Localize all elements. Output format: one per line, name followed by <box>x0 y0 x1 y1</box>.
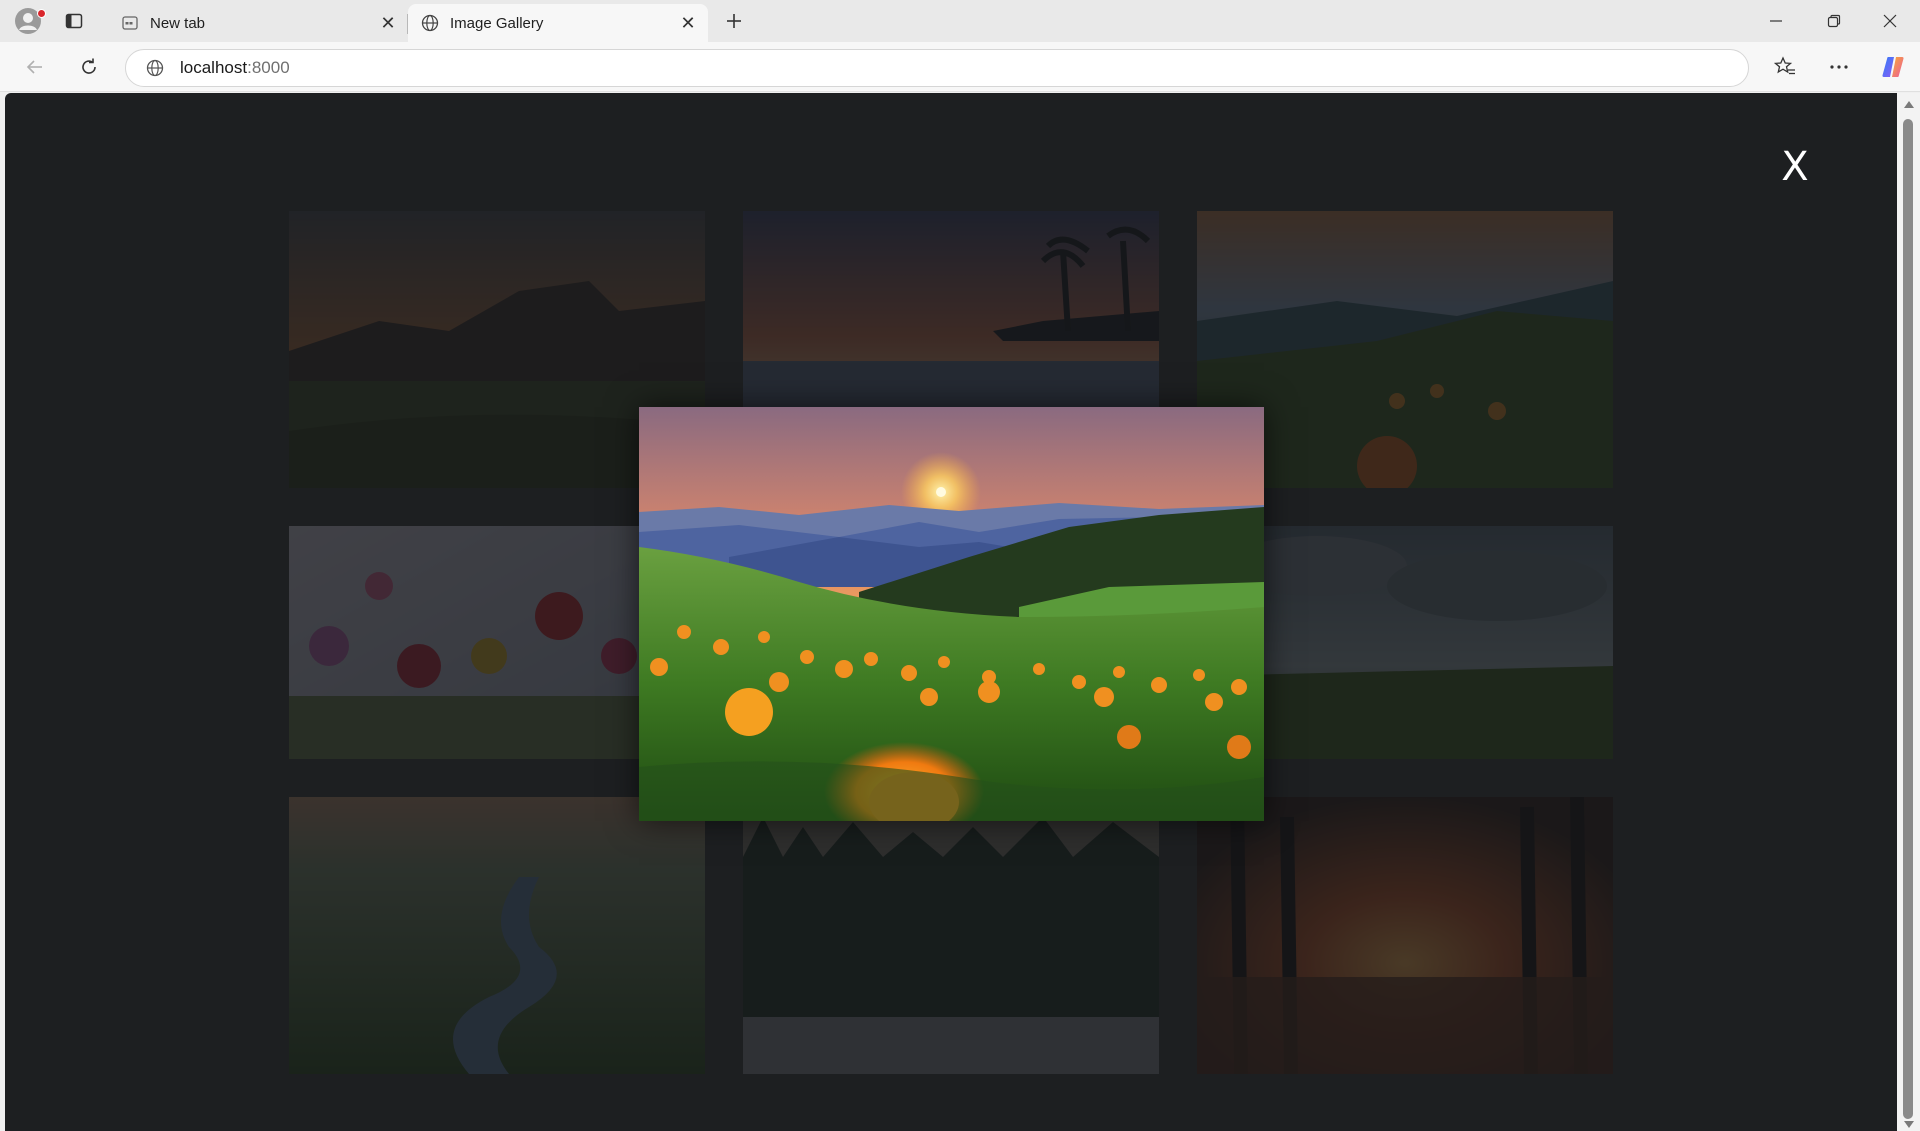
close-lightbox-button[interactable]: X <box>1765 137 1825 197</box>
restore-button[interactable] <box>1806 0 1862 42</box>
page-viewport: X <box>5 93 1897 1131</box>
more-dots-icon <box>1830 65 1848 69</box>
minimize-icon <box>1770 20 1782 22</box>
restore-icon <box>1827 14 1841 28</box>
refresh-icon <box>82 58 96 74</box>
close-tab-icon[interactable]: ✕ <box>674 9 702 37</box>
gallery-thumbnail-8[interactable] <box>1197 797 1613 1074</box>
url-text: localhost:8000 <box>180 58 290 78</box>
tab-new-tab[interactable]: New tab ✕ <box>108 4 408 42</box>
new-tab-button[interactable] <box>718 6 750 36</box>
gallery-thumbnail-6[interactable] <box>289 797 705 1074</box>
page-scrollbar[interactable] <box>1897 93 1920 1131</box>
thumbnail-overlay <box>743 797 1159 1074</box>
scroll-down-icon[interactable] <box>1904 1121 1914 1128</box>
mountain-meadow-flowers-image <box>639 407 1264 821</box>
lightbox-image[interactable] <box>639 407 1264 821</box>
copilot-icon <box>1882 57 1904 77</box>
url-port: :8000 <box>247 58 290 77</box>
globe-icon <box>420 13 440 33</box>
settings-more-button[interactable] <box>1819 51 1859 83</box>
minimize-button[interactable] <box>1748 0 1804 42</box>
close-icon <box>1883 14 1897 28</box>
scrollbar-thumb[interactable] <box>1903 119 1913 1119</box>
tab-label: New tab <box>150 14 206 32</box>
star-list-icon <box>1774 56 1795 75</box>
back-arrow-icon <box>26 60 42 74</box>
navigation-toolbar: localhost:8000 <box>0 42 1920 92</box>
close-window-button[interactable] <box>1862 0 1918 42</box>
tab-actions-button[interactable] <box>60 8 88 34</box>
refresh-button[interactable] <box>71 51 107 83</box>
favorites-button[interactable] <box>1765 51 1805 83</box>
site-info-icon[interactable] <box>144 57 166 79</box>
tab-image-gallery[interactable]: Image Gallery ✕ <box>408 4 708 42</box>
url-host: localhost <box>180 58 248 77</box>
thumbnail-overlay <box>1197 797 1613 1074</box>
vertical-tabs-icon <box>65 13 83 29</box>
notification-dot <box>37 9 46 18</box>
new-tab-page-icon <box>120 13 140 33</box>
address-bar[interactable]: localhost:8000 <box>125 49 1749 87</box>
tab-strip: New tab ✕ Image Gallery ✕ <box>0 0 1920 42</box>
scroll-up-icon[interactable] <box>1904 101 1914 108</box>
back-button[interactable] <box>17 51 53 83</box>
gallery-thumbnail-7[interactable] <box>743 797 1159 1074</box>
tab-label: Image Gallery <box>450 14 544 32</box>
profile-button[interactable] <box>8 6 48 36</box>
copilot-button[interactable] <box>1873 51 1913 83</box>
close-tab-icon[interactable]: ✕ <box>374 9 402 37</box>
plus-icon <box>727 14 741 28</box>
thumbnail-overlay <box>289 797 705 1074</box>
